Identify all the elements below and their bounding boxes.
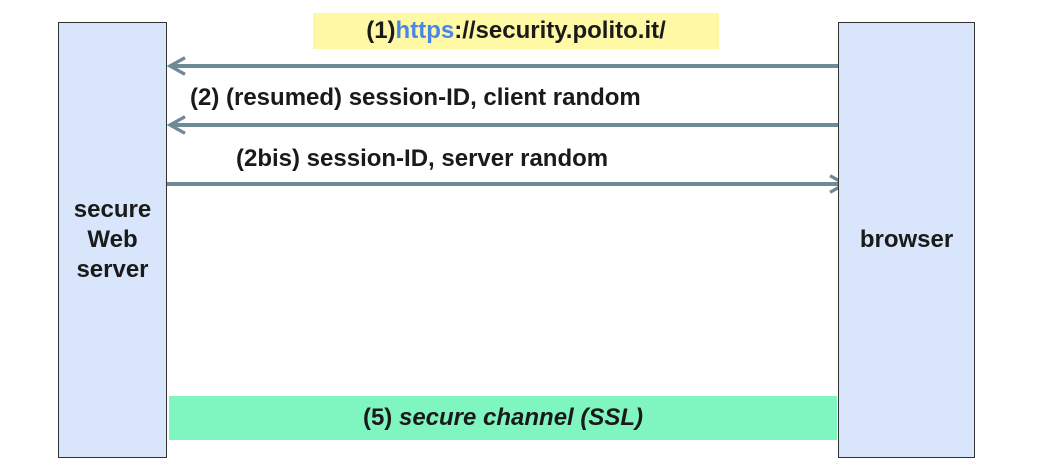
channel-prefix: (5) [362, 404, 393, 431]
message-1-prefix: (1) [366, 17, 396, 44]
channel-label: secure channel (SSL) [398, 404, 644, 431]
secure-channel-bar: (5) secure channel (SSL) [169, 396, 837, 440]
message-1-protocol: https [395, 17, 455, 44]
message-1-host: ://security.polito.it/ [454, 17, 666, 44]
message-2bis-server-random: (2bis) session-ID, server random [236, 145, 609, 172]
browser-box: browser [838, 22, 975, 458]
secure-web-server-box: secure Web server [58, 22, 167, 458]
message-2-client-random: (2) (resumed) session-ID, client random [190, 84, 641, 111]
message-1-url: (1) https://security.polito.it/ [313, 13, 719, 49]
browser-label: browser [859, 226, 954, 253]
server-label: secure Web server [73, 196, 152, 283]
